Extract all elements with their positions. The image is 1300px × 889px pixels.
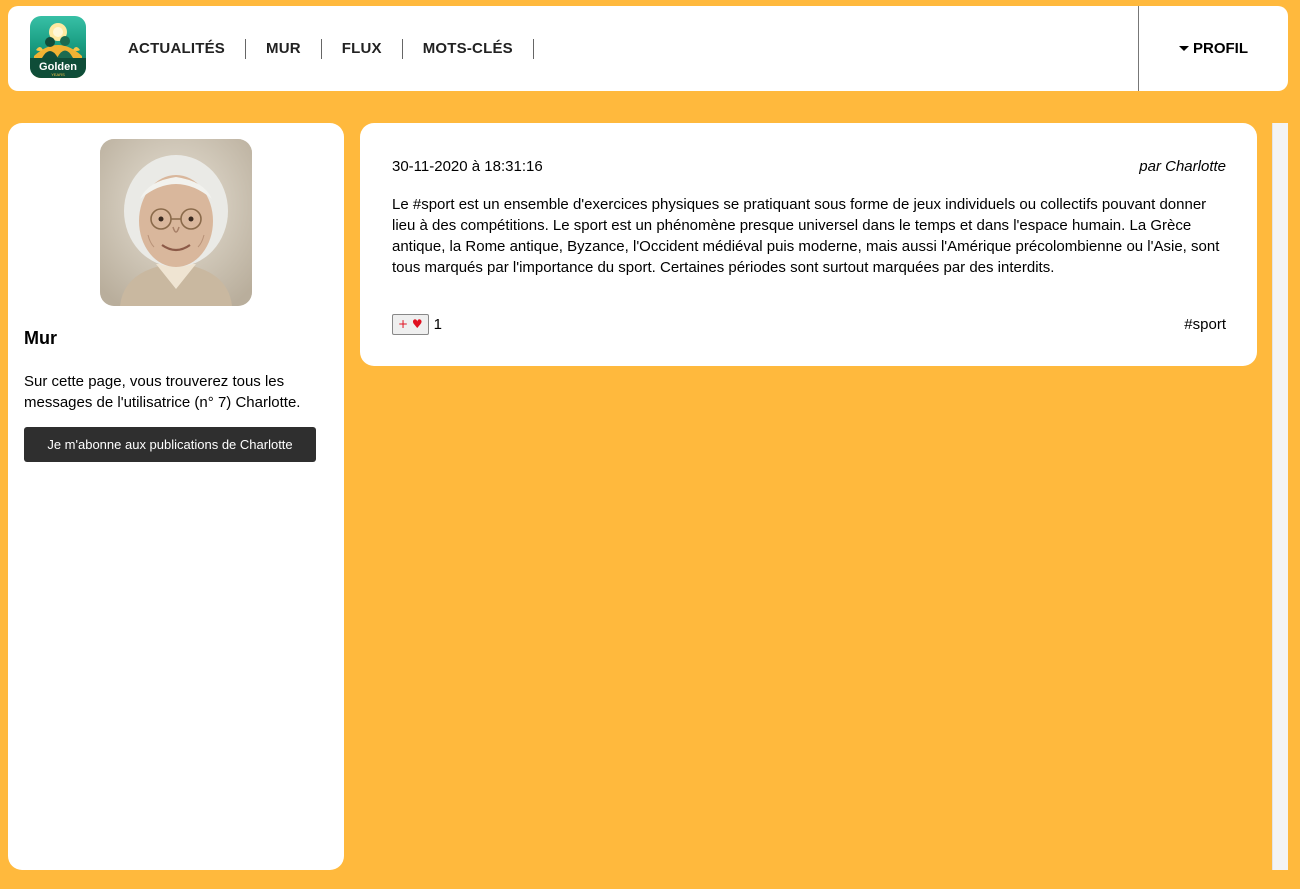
golden-years-logo[interactable]: Golden YEARS	[30, 16, 86, 78]
post-body: Le #sport est un ensemble d'exercices ph…	[392, 196, 1220, 276]
subscribe-button[interactable]: Je m'abonne aux publications de Charlott…	[24, 427, 316, 462]
scrollbar[interactable]	[1272, 123, 1288, 870]
profile-menu[interactable]: PROFIL	[1138, 6, 1288, 91]
sidebar: Mur Sur cette page, vous trouverez tous …	[8, 123, 344, 870]
post-tag-link[interactable]: #sport	[1184, 316, 1226, 333]
nav-mur[interactable]: MUR	[246, 38, 322, 59]
top-header: Golden YEARS ACTUALITÉS MUR FLUX MOTS-CL…	[8, 6, 1288, 91]
logo-subtext: YEARS	[51, 72, 65, 77]
like-area: + ♥ 1	[392, 314, 442, 335]
like-button[interactable]: + ♥	[392, 314, 429, 335]
post-author[interactable]: par Charlotte	[1139, 158, 1226, 175]
sidebar-title: Mur	[24, 328, 57, 348]
post-date: 30-11-2020 à 18:31:16	[392, 158, 543, 175]
main-nav: ACTUALITÉS MUR FLUX MOTS-CLÉS	[108, 6, 534, 91]
nav-actualites[interactable]: ACTUALITÉS	[108, 38, 246, 59]
avatar	[100, 139, 252, 306]
sidebar-description: Sur cette page, vous trouverez tous les …	[24, 373, 301, 411]
nav-mots-cles[interactable]: MOTS-CLÉS	[403, 38, 534, 59]
post-card: 30-11-2020 à 18:31:16 par Charlotte Le #…	[360, 123, 1257, 366]
like-count: 1	[433, 316, 442, 333]
caret-down-icon	[1179, 46, 1189, 51]
profile-label: PROFIL	[1193, 40, 1248, 57]
nav-flux[interactable]: FLUX	[322, 38, 403, 59]
